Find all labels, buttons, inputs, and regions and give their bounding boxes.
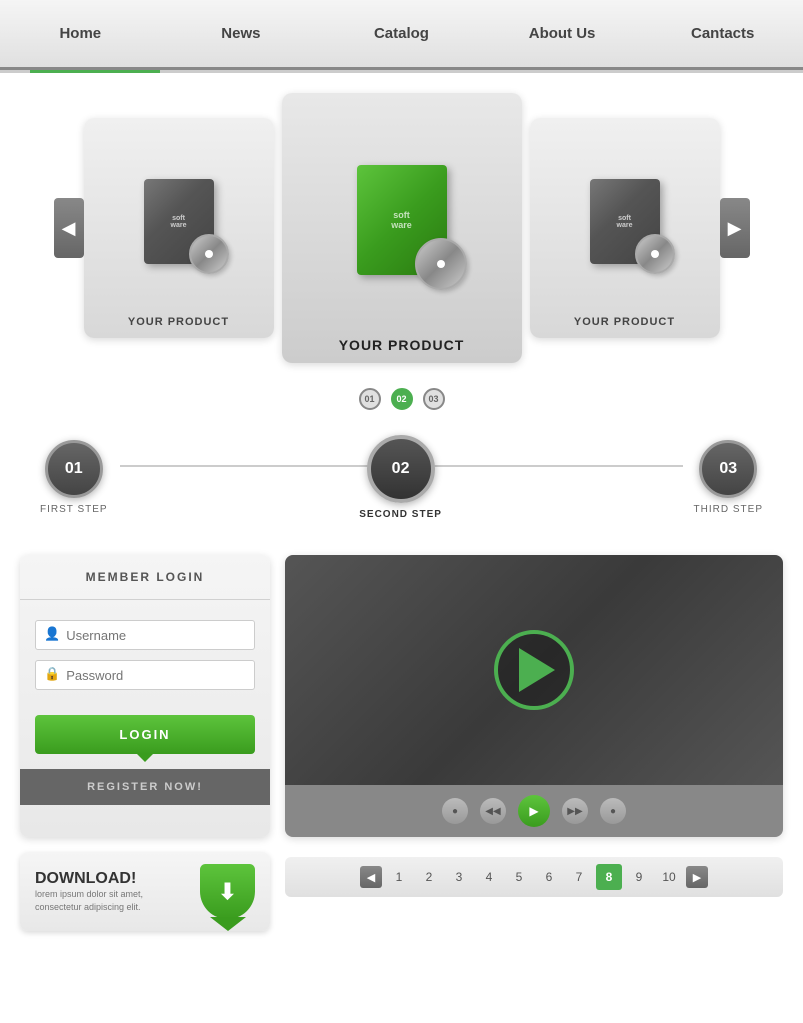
username-input[interactable] [66, 628, 246, 643]
user-icon: 👤 [44, 626, 60, 644]
nav-home[interactable]: Home [0, 0, 161, 67]
login-box: MEMBER LOGIN 👤 🔒 LOGIN REGISTER NOW! [20, 555, 270, 837]
product-card-right[interactable]: software YOUR PRODUCT [530, 118, 720, 338]
nav-contacts-label: Cantacts [691, 25, 754, 42]
video-play-ctrl-button[interactable]: ▶ [518, 795, 550, 827]
product-label-right: YOUR PRODUCT [574, 316, 675, 328]
nav-home-label: Home [59, 25, 101, 42]
product-image-left: software [144, 133, 214, 310]
download-box: DOWNLOAD! lorem ipsum dolor sit amet, co… [20, 852, 270, 931]
bottom-row: DOWNLOAD! lorem ipsum dolor sit amet, co… [0, 852, 803, 951]
product-label-center: YOUR PRODUCT [339, 337, 465, 353]
carousel-prev[interactable]: ◀ [54, 198, 84, 258]
page-2[interactable]: 2 [416, 864, 442, 890]
carousel-dot-2[interactable]: 02 [391, 388, 413, 410]
step-3[interactable]: 03 THIRD STEP [694, 440, 763, 515]
register-link[interactable]: REGISTER NOW! [20, 769, 270, 805]
carousel-next[interactable]: ▶ [720, 198, 750, 258]
download-arrow-icon: ⬇ [218, 879, 236, 905]
cd-center [415, 238, 467, 290]
page-5[interactable]: 5 [506, 864, 532, 890]
cd-left [189, 234, 229, 274]
pagination: ◀ 1 2 3 4 5 6 7 8 9 10 ▶ [285, 857, 783, 897]
page-1[interactable]: 1 [386, 864, 412, 890]
video-player: ● ◀◀ ▶ ▶▶ ● [285, 555, 783, 837]
nav-news[interactable]: News [161, 0, 322, 67]
video-screen [285, 555, 783, 785]
step-3-circle: 03 [699, 440, 757, 498]
steps-line: 01 FIRST STEP 02 SECOND STEP 03 THIRD ST… [40, 435, 763, 520]
carousel-dots: 01 02 03 [0, 388, 803, 410]
username-input-wrap: 👤 [35, 620, 255, 650]
carousel-dot-1[interactable]: 01 [359, 388, 381, 410]
main-content: MEMBER LOGIN 👤 🔒 LOGIN REGISTER NOW! ● ◀… [0, 540, 803, 852]
product-card-left[interactable]: software YOUR PRODUCT [84, 118, 274, 338]
play-icon [519, 648, 555, 692]
step-1[interactable]: 01 FIRST STEP [40, 440, 108, 515]
video-fastforward-button[interactable]: ▶▶ [562, 798, 588, 824]
step-2-label: SECOND STEP [359, 509, 442, 520]
step-1-circle: 01 [45, 440, 103, 498]
carousel-dot-3[interactable]: 03 [423, 388, 445, 410]
page-8[interactable]: 8 [596, 864, 622, 890]
page-10[interactable]: 10 [656, 864, 682, 890]
step-2[interactable]: 02 SECOND STEP [359, 435, 442, 520]
video-controls: ● ◀◀ ▶ ▶▶ ● [285, 785, 783, 837]
video-rewind-button[interactable]: ◀◀ [480, 798, 506, 824]
nav-news-label: News [221, 25, 260, 42]
download-text: DOWNLOAD! lorem ipsum dolor sit amet, co… [35, 870, 190, 913]
video-play-button[interactable] [494, 630, 574, 710]
nav-about[interactable]: About Us [482, 0, 643, 67]
nav-contacts[interactable]: Cantacts [642, 0, 803, 67]
lock-icon: 🔒 [44, 666, 60, 684]
steps-section: 01 FIRST STEP 02 SECOND STEP 03 THIRD ST… [0, 425, 803, 540]
product-carousel: ◀ software YOUR PRODUCT so [0, 73, 803, 383]
page-6[interactable]: 6 [536, 864, 562, 890]
login-title: MEMBER LOGIN [20, 555, 270, 600]
carousel-items: software YOUR PRODUCT software [84, 93, 720, 363]
product-card-center[interactable]: software YOUR PRODUCT [282, 93, 522, 363]
page-3[interactable]: 3 [446, 864, 472, 890]
navigation: Home News Catalog About Us Cantacts [0, 0, 803, 70]
video-stop-button[interactable]: ● [442, 798, 468, 824]
cd-right [635, 234, 675, 274]
login-fields: 👤 🔒 [20, 600, 270, 710]
page-9[interactable]: 9 [626, 864, 652, 890]
product-image-center: software [357, 108, 447, 331]
page-7[interactable]: 7 [566, 864, 592, 890]
download-icon-wrap[interactable]: ⬇ [200, 864, 255, 919]
nav-about-label: About Us [529, 25, 596, 42]
step-2-circle: 02 [367, 435, 435, 503]
product-image-right: software [590, 133, 660, 310]
page-4[interactable]: 4 [476, 864, 502, 890]
step-3-label: THIRD STEP [694, 504, 763, 515]
password-input-wrap: 🔒 [35, 660, 255, 690]
nav-catalog-label: Catalog [374, 25, 429, 42]
download-title: DOWNLOAD! [35, 870, 190, 888]
product-label-left: YOUR PRODUCT [128, 316, 229, 328]
login-button[interactable]: LOGIN [35, 715, 255, 754]
download-description: lorem ipsum dolor sit amet, consectetur … [35, 888, 190, 913]
pagination-next[interactable]: ▶ [686, 866, 708, 888]
pagination-prev[interactable]: ◀ [360, 866, 382, 888]
video-end-button[interactable]: ● [600, 798, 626, 824]
nav-catalog[interactable]: Catalog [321, 0, 482, 67]
password-input[interactable] [66, 668, 246, 683]
step-1-label: FIRST STEP [40, 504, 108, 515]
